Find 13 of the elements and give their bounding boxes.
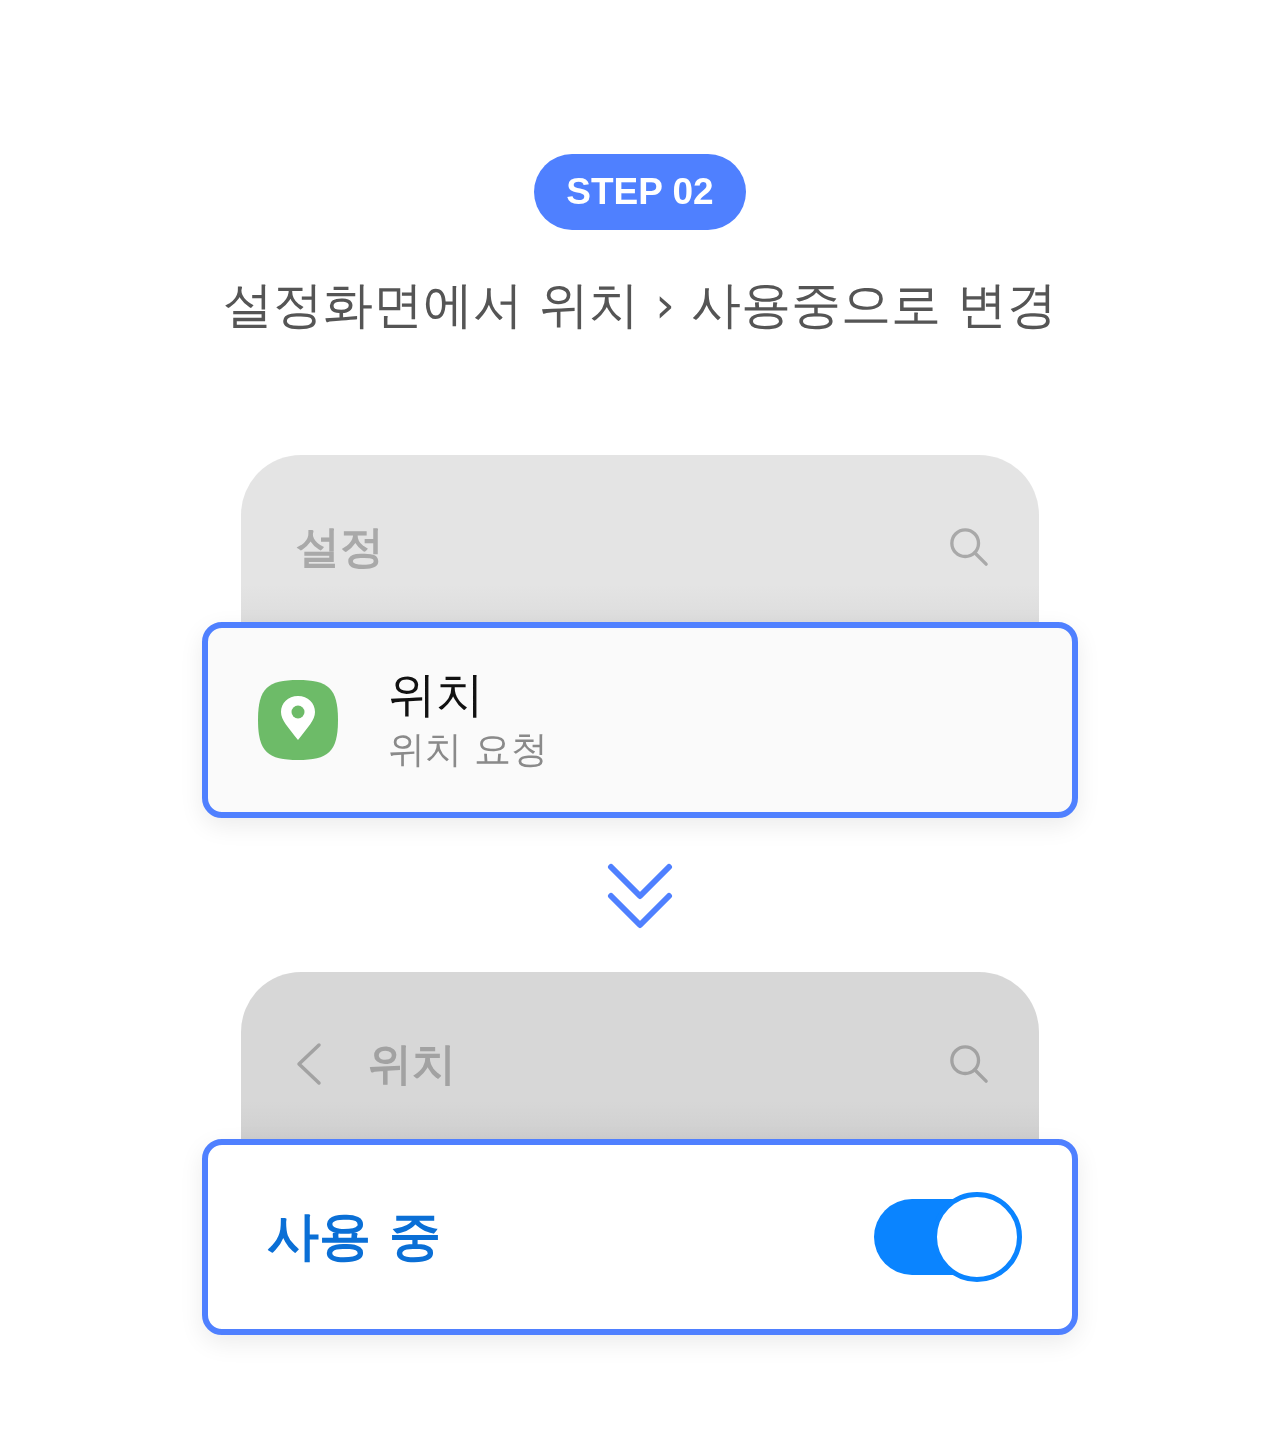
step-badge: STEP 02 <box>534 154 746 230</box>
toggle-switch[interactable] <box>874 1192 1022 1282</box>
search-icon[interactable] <box>949 527 989 567</box>
row-title: 위치 <box>388 665 485 724</box>
header-title: 설정 <box>296 520 384 574</box>
row-subtitle: 위치 요청 <box>388 727 548 773</box>
location-pin-icon <box>258 680 338 760</box>
back-chevron-icon[interactable] <box>296 1042 322 1086</box>
search-icon[interactable] <box>949 1044 989 1084</box>
location-menu-row[interactable]: 위치 위치 요청 <box>202 622 1078 818</box>
switch-label: 사용 중 <box>267 1205 442 1268</box>
instruction-title: 설정화면에서 위치 › 사용중으로 변경 <box>223 275 1057 336</box>
double-chevron-down-icon <box>607 863 673 929</box>
